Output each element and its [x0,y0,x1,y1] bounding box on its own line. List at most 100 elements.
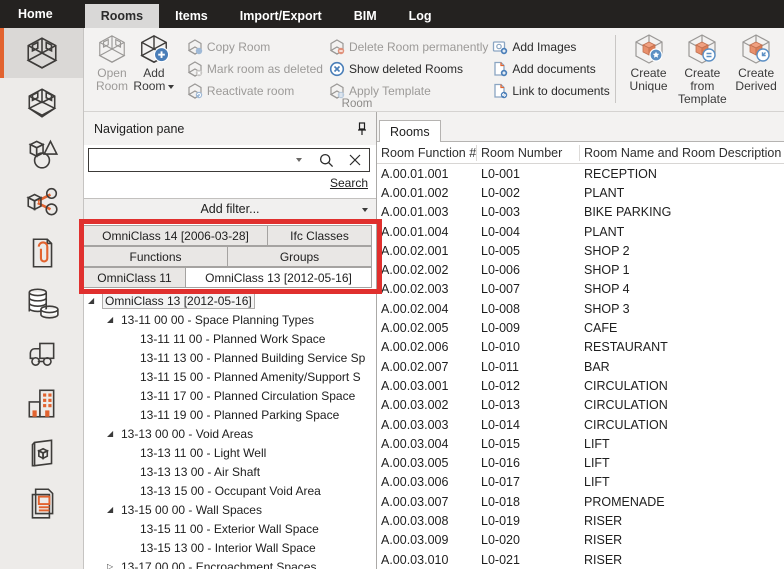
table-row[interactable]: A.00.03.004 L0-015 LIFT [377,434,784,453]
table-row[interactable]: A.00.01.001 L0-001 RECEPTION [377,164,784,183]
create-unique-label: Create Unique [623,67,675,93]
table-row[interactable]: A.00.02.001 L0-005 SHOP 2 [377,241,784,260]
table-row[interactable]: A.00.02.004 L0-008 SHOP 3 [377,299,784,318]
table-row[interactable]: A.00.03.009 L0-020 RISER [377,531,784,550]
tree-item[interactable]: 13-11 15 00 - Planned Amenity/Support S [84,367,376,386]
classification-tab[interactable]: Functions [83,246,228,267]
tree-item[interactable]: 13-11 11 00 - Planned Work Space [84,329,376,348]
add-documents-button[interactable]: Add documents [492,60,609,77]
sidebar-item-item-groups[interactable] [0,178,83,228]
tree-item-label: 13-11 11 00 - Planned Work Space [140,332,325,346]
tree-expander-icon[interactable]: ◢ [107,429,121,438]
table-row[interactable]: A.00.03.003 L0-014 CIRCULATION [377,415,784,434]
table-row[interactable]: A.00.01.004 L0-004 PLANT [377,222,784,241]
sidebar-item-room-cores[interactable] [0,78,83,128]
create-from-template-button[interactable]: Create from Template [676,33,728,106]
copy-room-button[interactable]: Copy Room [187,38,323,55]
sidebar-item-finance[interactable] [0,278,83,328]
apply-template-button[interactable]: Apply Template [329,82,488,99]
pin-icon[interactable] [356,122,368,136]
tree-item[interactable]: 13-15 13 00 - Interior Wall Space [84,538,376,557]
table-row[interactable]: A.00.03.006 L0-017 LIFT [377,473,784,492]
tree-item[interactable]: ◢ 13-15 00 00 - Wall Spaces [84,500,376,519]
open-room-icon [95,33,129,65]
table-row[interactable]: A.00.02.006 L0-010 RESTAURANT [377,338,784,357]
classification-tab[interactable]: Ifc Classes [267,225,372,246]
menu-home[interactable]: Home [0,0,71,28]
mark-room-deleted-button[interactable]: Mark room as deleted [187,60,323,77]
column-header[interactable]: Room Number [477,145,580,161]
sidebar-item-reports[interactable] [0,478,83,528]
table-row[interactable]: A.00.02.007 L0-011 BAR [377,357,784,376]
table-row[interactable]: A.00.03.001 L0-012 CIRCULATION [377,376,784,395]
add-room-button[interactable]: Add Room [133,33,175,93]
tree-item[interactable]: ◢ OmniClass 13 [2012-05-16] [84,291,376,310]
menu-tab[interactable]: BIM [338,4,393,28]
tree-expander-icon[interactable]: ◢ [88,296,102,305]
classification-tab[interactable]: OmniClass 14 [2006-03-28] [83,225,268,246]
clear-search-icon[interactable] [341,153,369,167]
tree-item[interactable]: 13-11 13 00 - Planned Building Service S… [84,348,376,367]
table-row[interactable]: A.00.03.007 L0-018 PROMENADE [377,492,784,511]
create-unique-button[interactable]: Create Unique [623,33,675,93]
table-row[interactable]: A.00.02.002 L0-006 SHOP 1 [377,260,784,279]
room-function-cell: A.00.02.007 [377,360,477,374]
room-number-cell: L0-014 [477,418,580,432]
sidebar-item-logistics[interactable] [0,328,83,378]
reactivate-room-button[interactable]: Reactivate room [187,82,323,99]
classification-tab[interactable]: OmniClass 11 [83,267,186,288]
sidebar-item-rooms[interactable] [0,28,83,78]
add-images-label: Add Images [512,40,576,54]
search-icon[interactable] [312,153,341,168]
add-filter-dropdown[interactable]: Add filter... [84,198,376,220]
rooms-table-body: A.00.01.001 L0-001 RECEPTION A.00.01.002… [377,164,784,569]
ribbon-toolbar: Open Room Add Room Copy Room Mark room a… [84,28,784,112]
search-input[interactable] [89,150,294,170]
create-derived-button[interactable]: Create Derived [730,33,782,93]
tree-item[interactable]: ▷ 13-17 00 00 - Encroachment Spaces [84,557,376,569]
table-row[interactable]: A.00.01.002 L0-002 PLANT [377,183,784,202]
menu-tab[interactable]: Log [393,4,448,28]
search-history-chevron-icon[interactable] [296,158,302,162]
tree-expander-icon[interactable]: ◢ [107,505,121,514]
room-name-cell: SHOP 1 [580,263,784,277]
mark-room-deleted-icon [187,61,203,77]
tree-item[interactable]: 13-13 15 00 - Occupant Void Area [84,481,376,500]
delete-room-permanently-button[interactable]: Delete Room permanently [329,38,488,55]
tree-item[interactable]: ◢ 13-11 00 00 - Space Planning Types [84,310,376,329]
tree-item[interactable]: 13-11 19 00 - Planned Parking Space [84,405,376,424]
table-row[interactable]: A.00.03.008 L0-019 RISER [377,511,784,530]
sidebar-item-items[interactable] [0,128,83,178]
tree-item[interactable]: 13-13 11 00 - Light Well [84,443,376,462]
column-header[interactable]: Room Function #: [377,145,477,161]
table-row[interactable]: A.00.03.010 L0-021 RISER [377,550,784,569]
add-room-dropdown-icon[interactable] [168,85,174,89]
menu-tab[interactable]: Import/Export [224,4,338,28]
menu-tab[interactable]: Rooms [85,4,159,28]
link-to-documents-button[interactable]: Link to documents [492,82,609,99]
table-row[interactable]: A.00.03.002 L0-013 CIRCULATION [377,396,784,415]
tree-expander-icon[interactable]: ◢ [107,315,121,324]
sidebar-item-buildings[interactable] [0,378,83,428]
rooms-tab[interactable]: Rooms [379,120,441,142]
add-images-button[interactable]: Add Images [492,38,609,55]
classification-tab[interactable]: OmniClass 13 [2012-05-16] [185,267,372,288]
tree-expander-icon[interactable]: ▷ [107,562,121,569]
column-header[interactable]: Room Name and Room Description [580,145,784,161]
tree-item[interactable]: 13-11 17 00 - Planned Circulation Space [84,386,376,405]
show-deleted-rooms-button[interactable]: Show deleted Rooms [329,60,488,77]
room-number-cell: L0-003 [477,205,580,219]
sidebar-item-attachments[interactable] [0,228,83,278]
sidebar-item-catalog[interactable] [0,428,83,478]
open-room-button[interactable]: Open Room [91,33,133,93]
tree-item[interactable]: ◢ 13-13 00 00 - Void Areas [84,424,376,443]
table-row[interactable]: A.00.01.003 L0-003 BIKE PARKING [377,203,784,222]
classification-tab[interactable]: Groups [227,246,372,267]
menu-tab[interactable]: Items [159,4,224,28]
tree-item[interactable]: 13-15 11 00 - Exterior Wall Space [84,519,376,538]
tree-item[interactable]: 13-13 13 00 - Air Shaft [84,462,376,481]
table-row[interactable]: A.00.03.005 L0-016 LIFT [377,453,784,472]
search-link[interactable]: Search [330,176,368,190]
table-row[interactable]: A.00.02.003 L0-007 SHOP 4 [377,280,784,299]
table-row[interactable]: A.00.02.005 L0-009 CAFE [377,318,784,337]
